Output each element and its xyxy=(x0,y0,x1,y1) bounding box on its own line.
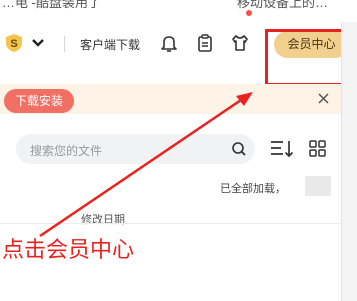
sort-icon[interactable] xyxy=(270,139,294,159)
skin-shirt-icon[interactable] xyxy=(229,32,251,54)
grid-view-icon[interactable] xyxy=(309,140,326,157)
chevron-down-icon[interactable] xyxy=(30,36,46,50)
download-client-link[interactable]: 客户端下载 xyxy=(80,36,140,53)
highlight-box xyxy=(265,29,349,86)
vip-badge-letter: S xyxy=(10,38,17,50)
scrollbar[interactable] xyxy=(341,22,357,301)
clipboard-icon[interactable] xyxy=(194,32,216,54)
vip-badge-icon[interactable]: S xyxy=(4,33,24,53)
column-modified-date[interactable]: 修改日期 xyxy=(81,211,125,227)
top-strip: …电 -酷盘装用了 移动设备上的… xyxy=(0,0,357,10)
close-icon[interactable] xyxy=(317,92,330,105)
annotation-text: 点击会员中心 xyxy=(2,237,135,262)
notification-dot xyxy=(246,10,252,16)
search-icon[interactable] xyxy=(231,141,247,157)
top-strip-left-text: …电 -酷盘装用了 xyxy=(2,0,101,10)
toolbar-divider xyxy=(64,36,65,52)
top-strip-right-text: 移动设备上的… xyxy=(237,0,329,10)
loaded-status: 已全部加载， xyxy=(220,183,286,195)
list-divider xyxy=(0,223,341,224)
blurred-count xyxy=(305,176,331,196)
bell-icon[interactable] xyxy=(158,32,180,54)
install-button[interactable]: 下载安装 xyxy=(4,89,74,113)
search-input[interactable]: 搜索您的文件 xyxy=(30,142,102,159)
